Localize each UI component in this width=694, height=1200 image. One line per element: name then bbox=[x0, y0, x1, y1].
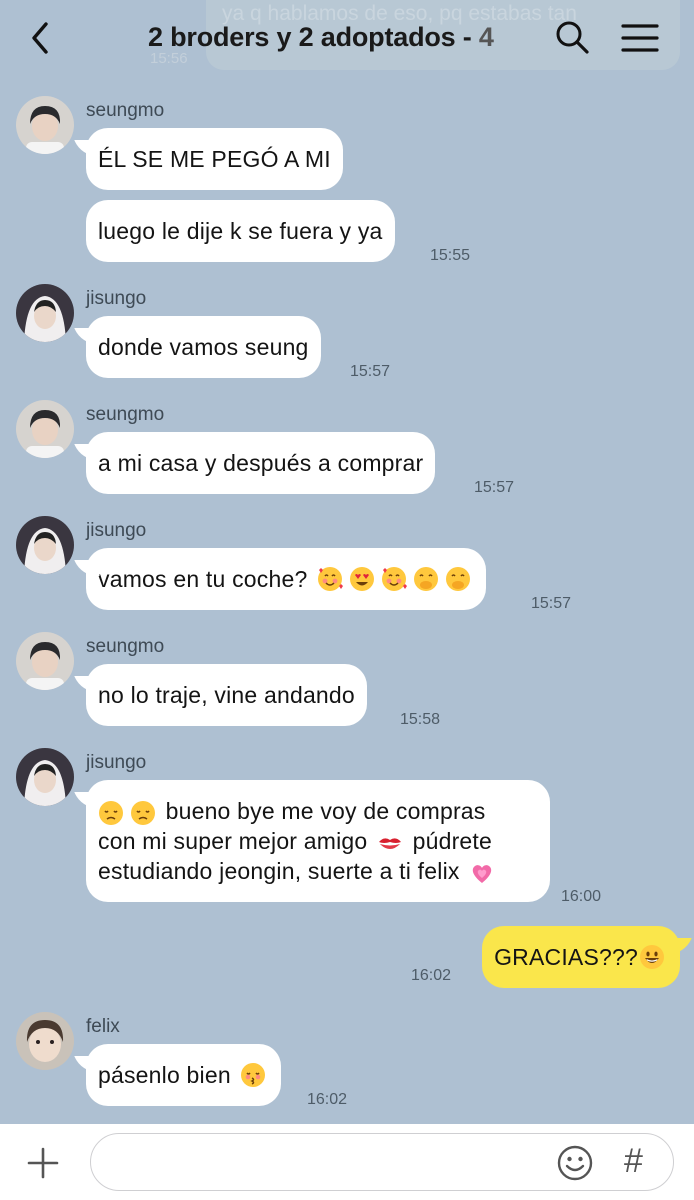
message-bubble[interactable]: pásenlo bien bbox=[86, 1044, 282, 1106]
chevron-left-icon[interactable] bbox=[26, 20, 60, 56]
member-count: 4 bbox=[478, 22, 494, 52]
message-text: bueno bye me voy de compras bbox=[165, 798, 486, 824]
message-time: 15:58 bbox=[400, 711, 441, 728]
avatar-seungmo[interactable] bbox=[16, 632, 74, 690]
message-line: estudiando jeongin, suerte a ti felix bbox=[98, 856, 498, 886]
disappointed-face-icon bbox=[131, 800, 155, 825]
message-bubble[interactable]: no lo traje, vine andando bbox=[86, 664, 367, 726]
sender-name: jisungo bbox=[86, 288, 147, 309]
message-time: 15:57 bbox=[474, 479, 515, 496]
kiss-mark-icon bbox=[379, 838, 401, 849]
growing-heart-icon bbox=[472, 865, 492, 883]
sender-name: felix bbox=[86, 1016, 120, 1037]
message-time: 15:57 bbox=[350, 363, 391, 380]
avatar-jisungo[interactable] bbox=[16, 748, 74, 806]
smiley-icon[interactable] bbox=[556, 1144, 594, 1182]
message-text: donde vamos seung bbox=[98, 333, 309, 360]
message-bubble[interactable]: donde vamos seung bbox=[86, 316, 321, 378]
message-text: estudiando jeongin, suerte a ti felix bbox=[98, 858, 460, 884]
message-bubble[interactable]: ÉL SE ME PEGÓ A MI bbox=[86, 128, 343, 190]
message-bubble[interactable]: luego le dije k se fuera y ya bbox=[86, 200, 395, 262]
message-time: 15:57 bbox=[531, 595, 572, 612]
sender-name: seungmo bbox=[86, 100, 165, 121]
chat-title[interactable]: 2 broders y 2 adoptados - 4 bbox=[148, 22, 494, 53]
message-line: con mi super mejor amigo púdrete bbox=[98, 826, 492, 856]
avatar-seungmo[interactable] bbox=[16, 96, 74, 154]
sender-name: jisungo bbox=[86, 752, 147, 773]
disappointed-face-icon bbox=[99, 800, 123, 825]
message-bubble[interactable]: a mi casa y después a comprar bbox=[86, 432, 436, 494]
message-text: a mi casa y después a comprar bbox=[98, 449, 424, 476]
kissing-face-closed-eyes-icon bbox=[241, 1063, 266, 1087]
message-time: 16:02 bbox=[307, 1091, 348, 1108]
search-icon[interactable] bbox=[552, 18, 592, 58]
sender-name: jisungo bbox=[86, 520, 147, 541]
own-message-bubble[interactable]: GRACIAS??? bbox=[482, 926, 680, 988]
message-text: con mi super mejor amigo bbox=[98, 828, 368, 854]
heart-eyes-icon bbox=[350, 567, 375, 591]
message-bubble[interactable]: vamos en tu coche? bbox=[86, 548, 487, 610]
hamburger-menu-icon[interactable] bbox=[620, 22, 660, 54]
face-with-hand-over-mouth-icon bbox=[414, 567, 439, 591]
sender-name: seungmo bbox=[86, 404, 165, 425]
face-with-hand-over-mouth-icon bbox=[446, 567, 471, 591]
message-text: GRACIAS??? bbox=[494, 943, 638, 970]
message-text: púdrete bbox=[412, 828, 493, 854]
hashtag-icon[interactable]: # bbox=[624, 1142, 643, 1180]
message-text: luego le dije k se fuera y ya bbox=[98, 217, 383, 244]
message-text: ÉL SE ME PEGÓ A MI bbox=[98, 145, 331, 172]
message-time: 16:02 bbox=[411, 967, 452, 984]
message-bubble[interactable]: bueno bye me voy de compras con mi super… bbox=[86, 780, 550, 902]
plus-icon[interactable] bbox=[26, 1146, 60, 1180]
message-text: no lo traje, vine andando bbox=[98, 681, 355, 708]
message-text: pásenlo bien bbox=[98, 1061, 231, 1088]
message-time: 15:55 bbox=[430, 247, 471, 264]
avatar-felix[interactable] bbox=[16, 1012, 74, 1070]
smiling-face-with-hearts-icon bbox=[382, 567, 408, 591]
avatar-seungmo[interactable] bbox=[16, 400, 74, 458]
message-composer: # bbox=[0, 1124, 694, 1200]
sender-name: seungmo bbox=[86, 636, 165, 657]
message-text: vamos en tu coche? bbox=[98, 565, 308, 592]
grinning-face-icon bbox=[640, 945, 664, 969]
avatar-jisungo[interactable] bbox=[16, 284, 74, 342]
avatar-jisungo[interactable] bbox=[16, 516, 74, 574]
smiling-face-with-hearts-icon bbox=[318, 567, 344, 591]
message-line: bueno bye me voy de compras bbox=[98, 796, 486, 826]
message-time: 16:00 bbox=[561, 888, 602, 905]
